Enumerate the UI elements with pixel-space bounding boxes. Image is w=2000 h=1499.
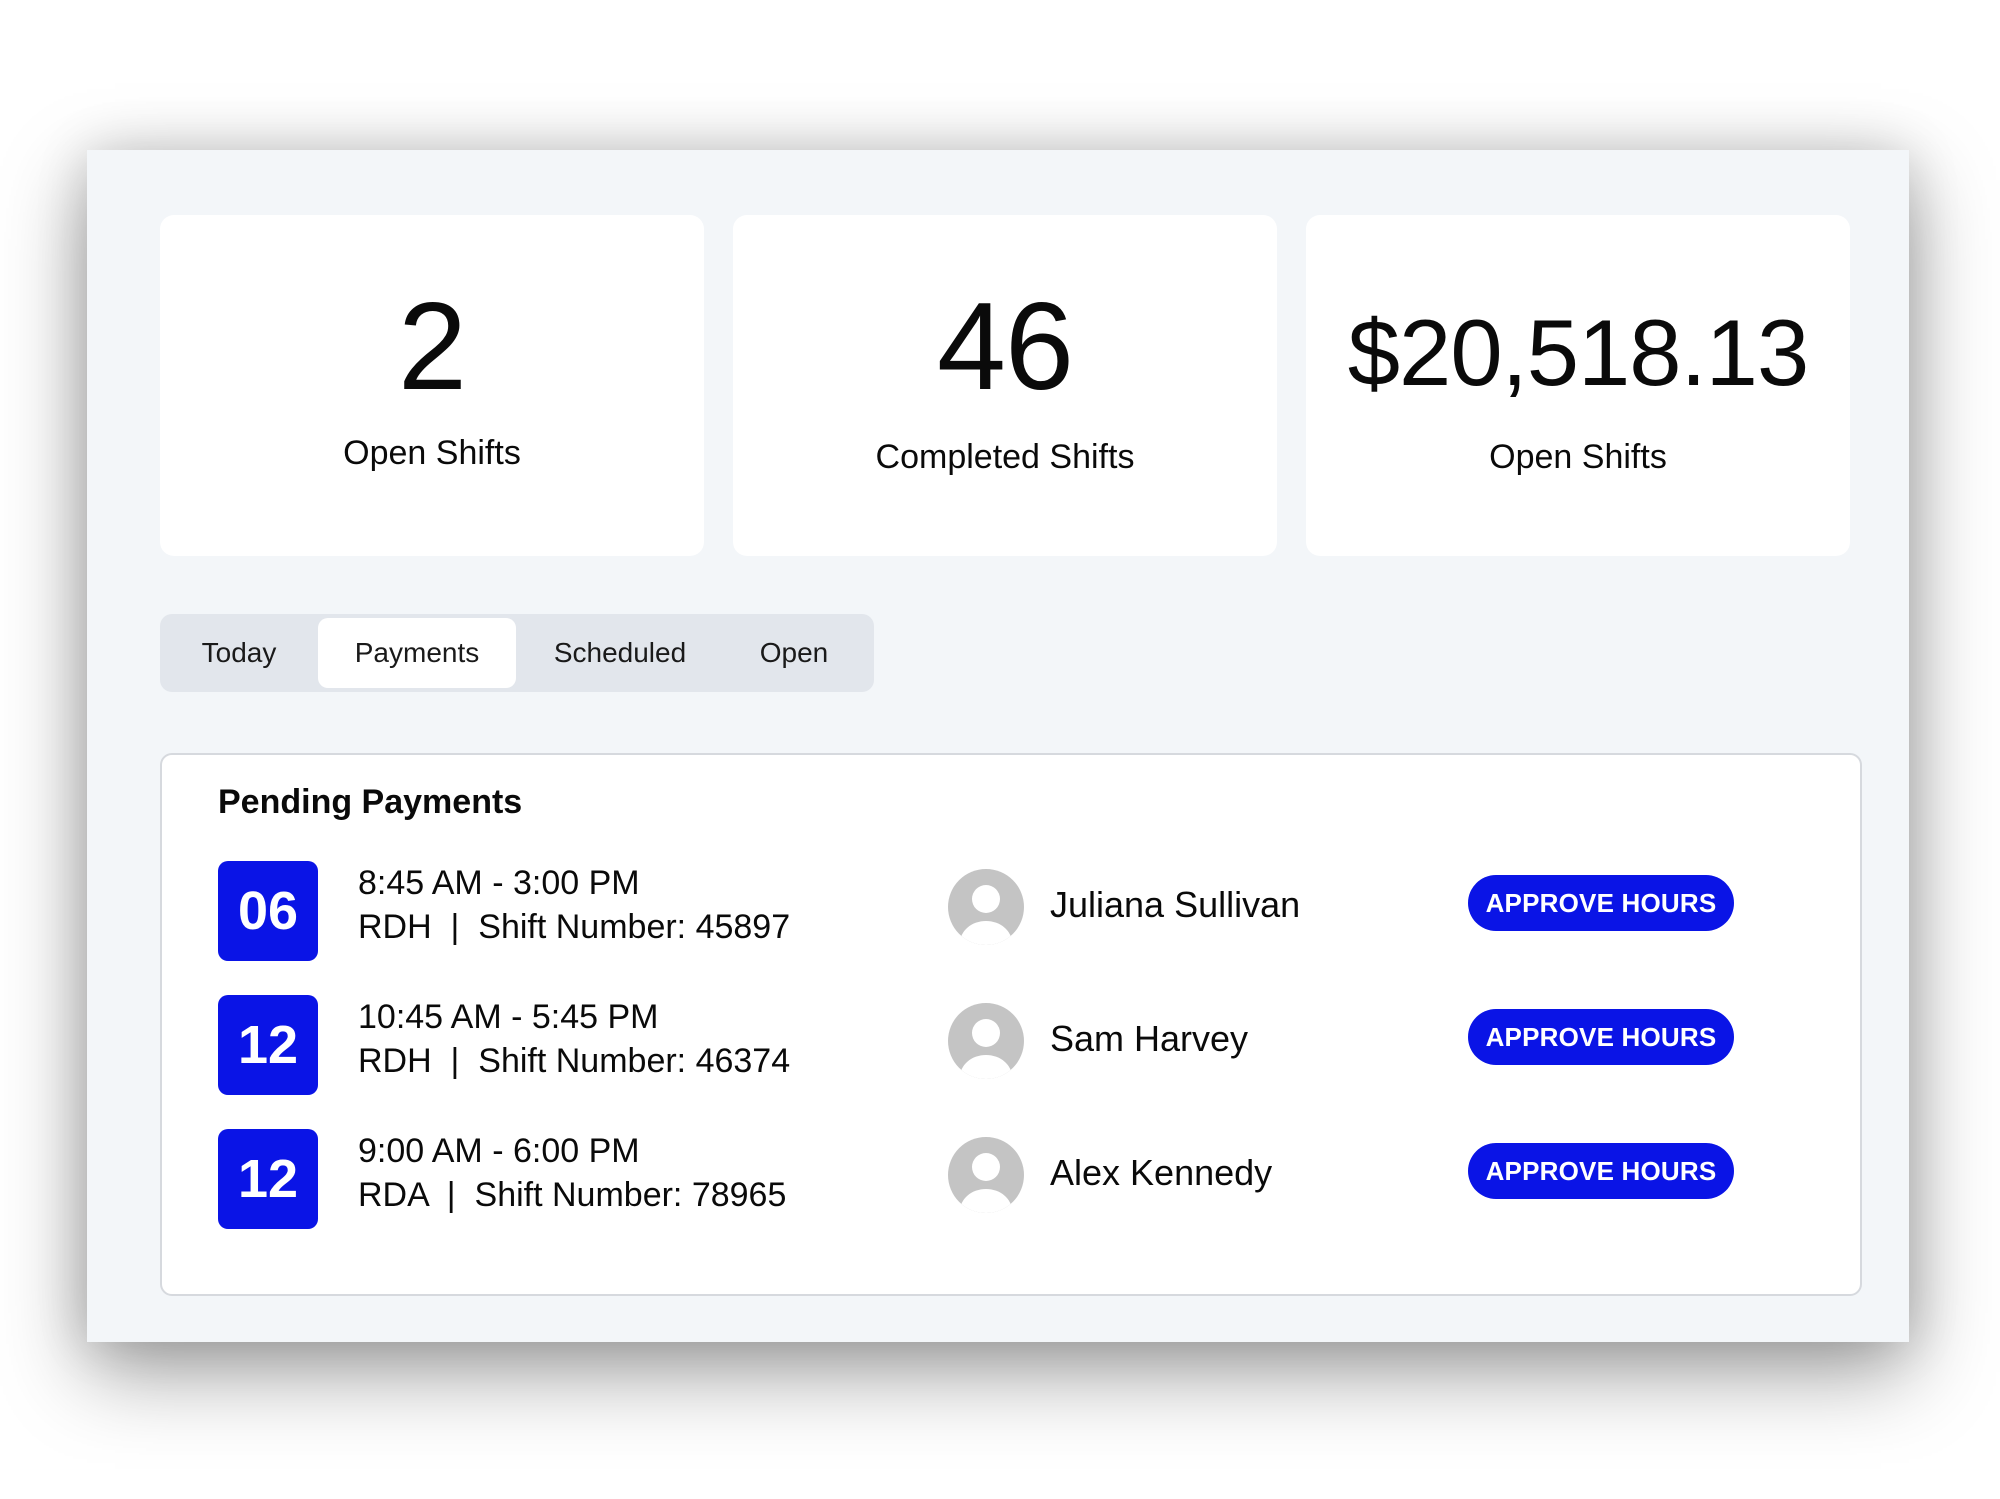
date-badge: 12 bbox=[218, 995, 318, 1095]
user-avatar-icon bbox=[948, 869, 1024, 945]
pending-payments-title: Pending Payments bbox=[218, 783, 523, 821]
stat-card-open-shifts: 2 Open Shifts bbox=[160, 215, 704, 556]
approve-hours-button[interactable]: APPROVE HOURS bbox=[1468, 875, 1734, 931]
user-avatar-icon bbox=[948, 1137, 1024, 1213]
stat-value: 2 bbox=[398, 278, 467, 416]
shift-details: RDH | Shift Number: 45897 bbox=[358, 908, 791, 946]
stat-value: 46 bbox=[937, 278, 1074, 416]
approve-hours-button[interactable]: APPROVE HOURS bbox=[1468, 1009, 1734, 1065]
shift-time: 8:45 AM - 3:00 PM bbox=[358, 864, 640, 902]
tab-payments[interactable]: Payments bbox=[318, 618, 516, 688]
stat-label: Open Shifts bbox=[1489, 438, 1667, 476]
payment-row: 12 10:45 AM - 5:45 PM RDH | Shift Number… bbox=[162, 995, 1860, 1095]
person-name: Alex Kennedy bbox=[1050, 1152, 1273, 1193]
person-name: Sam Harvey bbox=[1050, 1018, 1249, 1059]
stat-label: Open Shifts bbox=[343, 434, 521, 472]
dashboard-panel: 2 Open Shifts 46 Completed Shifts $20,51… bbox=[87, 150, 1909, 1342]
user-avatar-icon bbox=[948, 1003, 1024, 1079]
stat-value: $20,518.13 bbox=[1347, 300, 1809, 405]
stat-label: Completed Shifts bbox=[875, 438, 1135, 476]
date-badge: 12 bbox=[218, 1129, 318, 1229]
tab-bar: Today Payments Scheduled Open bbox=[160, 614, 874, 692]
stat-card-open-shifts-amount: $20,518.13 Open Shifts bbox=[1306, 215, 1850, 556]
pending-payments-card: Pending Payments 06 8:45 AM - 3:00 PM RD… bbox=[160, 753, 1862, 1296]
date-badge: 06 bbox=[218, 861, 318, 961]
stat-card-completed-shifts: 46 Completed Shifts bbox=[733, 215, 1277, 556]
tab-open[interactable]: Open bbox=[724, 618, 864, 688]
tab-today[interactable]: Today bbox=[164, 618, 314, 688]
approve-hours-button[interactable]: APPROVE HOURS bbox=[1468, 1143, 1734, 1199]
payment-row: 12 9:00 AM - 6:00 PM RDA | Shift Number:… bbox=[162, 1129, 1860, 1229]
tab-scheduled[interactable]: Scheduled bbox=[520, 618, 720, 688]
shift-time: 9:00 AM - 6:00 PM bbox=[358, 1132, 640, 1170]
payment-row: 06 8:45 AM - 3:00 PM RDH | Shift Number:… bbox=[162, 861, 1860, 961]
person-name: Juliana Sullivan bbox=[1050, 884, 1301, 925]
shift-time: 10:45 AM - 5:45 PM bbox=[358, 998, 659, 1036]
shift-details: RDH | Shift Number: 46374 bbox=[358, 1042, 791, 1080]
shift-details: RDA | Shift Number: 78965 bbox=[358, 1176, 787, 1214]
